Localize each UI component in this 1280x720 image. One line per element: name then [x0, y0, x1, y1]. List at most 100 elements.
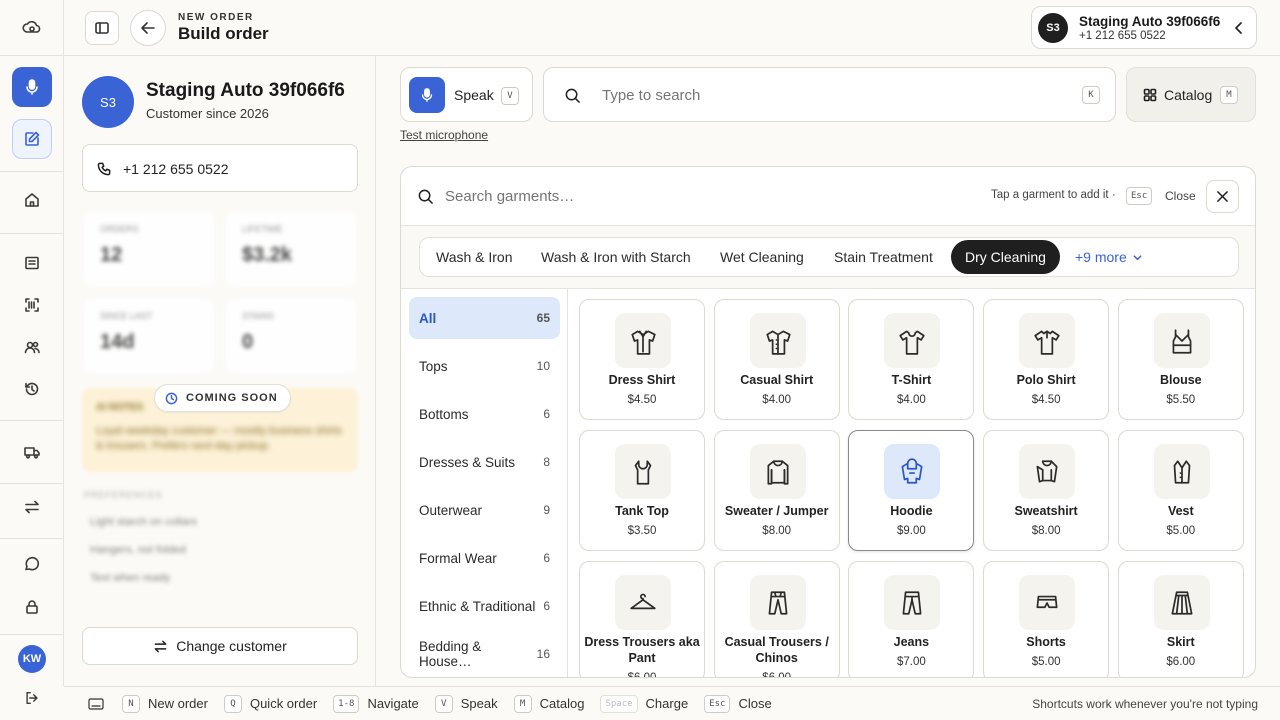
shortcut-bar: N New order Q Quick order 1-8 Navigate V Spe… — [64, 686, 1280, 720]
garment-name: Casual Trousers / Chinos — [724, 635, 829, 665]
shortcut-key: Q — [223, 694, 242, 713]
user-avatar[interactable]: KW — [18, 645, 46, 673]
back-button[interactable] — [130, 10, 166, 46]
jeans-icon — [902, 590, 922, 615]
global-search-input[interactable] — [602, 84, 1042, 106]
category-item[interactable]: Dresses & Suits 8 — [409, 441, 560, 483]
garment-name: Dress Trousers aka Pant — [584, 635, 700, 665]
garment-name: Sweatshirt — [1014, 504, 1078, 518]
category-label: Outerwear — [419, 502, 483, 518]
garment-name: Polo Shirt — [1016, 373, 1076, 387]
chat-icon[interactable] — [12, 544, 52, 584]
garment-name: Dress Shirt — [608, 373, 676, 387]
orders-icon[interactable] — [12, 243, 52, 283]
microphone-icon — [421, 88, 433, 102]
garment-name: Tank Top — [615, 504, 669, 518]
garment-card[interactable]: Polo Shirt $4.50 — [983, 299, 1110, 420]
transfer-icon[interactable] — [12, 487, 52, 527]
test-microphone-link[interactable]: Test microphone — [400, 128, 488, 142]
customer-phone-field[interactable]: +1 212 655 0522 — [82, 144, 358, 192]
tab-wash-iron[interactable]: Wash & Iron — [422, 240, 527, 274]
clock-icon — [165, 392, 178, 404]
garment-card[interactable]: Casual Trousers / Chinos $6.00 — [713, 561, 840, 677]
garment-card[interactable]: Tank Top $3.50 — [579, 430, 705, 551]
phone-icon — [97, 162, 111, 176]
shortcut-key: Esc — [704, 694, 731, 713]
arrow-left-icon — [141, 22, 155, 34]
barcode-icon[interactable] — [12, 285, 52, 325]
customer-avatar-small: S3 — [1038, 13, 1068, 43]
garment-price: $4.00 — [762, 394, 792, 406]
tab-stain-treatment[interactable]: Stain Treatment — [820, 240, 947, 274]
speak-button[interactable]: Speak V — [400, 67, 533, 122]
customer-phone-value: +1 212 655 0522 — [123, 161, 229, 177]
build-order-button[interactable] — [12, 119, 52, 159]
header-customer-chip[interactable]: S3 Staging Auto 39f066f6 +1 212 655 0522 — [1031, 6, 1257, 49]
garment-card[interactable]: Casual Shirt $4.00 — [713, 299, 840, 420]
t-shirt-icon — [899, 330, 926, 355]
garment-name: Hoodie — [890, 504, 933, 518]
garment-card[interactable]: Dress Trousers aka Pant $6.00 — [579, 561, 705, 677]
garment-card[interactable]: Blouse $5.50 — [1117, 299, 1244, 420]
app-logo-icon[interactable] — [12, 8, 52, 48]
category-count: 8 — [543, 455, 550, 469]
category-count: 9 — [543, 503, 550, 517]
change-customer-button[interactable]: Change customer — [82, 627, 358, 665]
garment-card[interactable]: Jeans $7.00 — [848, 561, 975, 677]
shortcut-label: Catalog — [539, 696, 585, 711]
polo-shirt-icon — [1034, 330, 1060, 355]
history-icon[interactable] — [12, 369, 52, 409]
garment-card[interactable]: Vest $5.00 — [1117, 430, 1244, 551]
tab-wet-cleaning[interactable]: Wet Cleaning — [706, 240, 818, 274]
category-label: Tops — [419, 358, 448, 374]
customer-panel: S3 Staging Auto 39f066f6 Customer since … — [64, 56, 376, 686]
vest-icon — [1173, 459, 1191, 484]
tab-more[interactable]: +9 more — [1061, 240, 1157, 274]
tab-dry-cleaning[interactable]: Dry Cleaning — [951, 240, 1060, 274]
garment-card[interactable]: Hoodie $9.00 — [848, 430, 975, 551]
garment-card[interactable]: Dress Shirt $4.50 — [579, 299, 705, 420]
stat-card: STAINS 0 — [226, 299, 356, 373]
blouse-icon — [1172, 328, 1192, 354]
chevron-left-icon[interactable] — [1232, 21, 1246, 35]
garment-card[interactable]: Skirt $6.00 — [1117, 561, 1244, 677]
garment-search-input[interactable] — [445, 186, 805, 206]
home-icon[interactable] — [12, 180, 52, 220]
skirt-icon — [1171, 590, 1193, 615]
shorts-icon — [1036, 595, 1058, 608]
garment-card[interactable]: T-Shirt $4.00 — [848, 299, 975, 420]
logout-icon[interactable] — [12, 678, 52, 718]
garment-card[interactable]: Sweater / Jumper $8.00 — [713, 430, 840, 551]
category-item[interactable]: Formal Wear 6 — [409, 537, 560, 579]
garment-name: T-Shirt — [891, 373, 932, 387]
coming-soon-badge: COMING SOON — [154, 384, 291, 412]
category-item[interactable]: All 65 — [409, 297, 560, 339]
voice-order-button[interactable] — [12, 67, 52, 107]
category-item[interactable]: Bedding & House… 16 — [409, 633, 560, 675]
garment-price: $8.00 — [1031, 525, 1061, 537]
category-item[interactable]: Tops 10 — [409, 345, 560, 387]
category-count: 6 — [543, 599, 550, 613]
tab-wash-iron-starch[interactable]: Wash & Iron with Starch — [527, 240, 705, 274]
shortcut-note: Shortcuts work whenever you're not typin… — [1032, 696, 1258, 711]
hoodie-icon — [901, 457, 923, 484]
service-tabs-bar: Wash & Iron Wash & Iron with Starch Wet … — [401, 226, 1255, 289]
garment-name: Jeans — [893, 635, 930, 649]
category-item[interactable]: Ethnic & Traditional 6 — [409, 585, 560, 627]
tank-top-icon — [634, 459, 652, 485]
catalog-button[interactable]: Catalog M — [1126, 67, 1256, 122]
toggle-sidebar-button[interactable] — [85, 11, 119, 45]
preferences-card: PREFERENCES Light starch on collars Hang… — [84, 490, 197, 584]
customer-since: Customer since 2026 — [146, 106, 269, 121]
delivery-truck-icon[interactable] — [12, 432, 52, 472]
lock-icon[interactable] — [12, 587, 52, 627]
category-count: 16 — [536, 647, 550, 661]
category-item[interactable]: Bottoms 6 — [409, 393, 560, 435]
category-item[interactable]: Outerwear 9 — [409, 489, 560, 531]
global-search-field[interactable]: K — [543, 67, 1116, 122]
garment-card[interactable]: Sweatshirt $8.00 — [983, 430, 1110, 551]
customers-icon[interactable] — [12, 327, 52, 367]
close-button[interactable] — [1206, 180, 1239, 213]
catalog-shortcut-key: M — [1220, 86, 1238, 104]
garment-card[interactable]: Shorts $5.00 — [983, 561, 1110, 677]
